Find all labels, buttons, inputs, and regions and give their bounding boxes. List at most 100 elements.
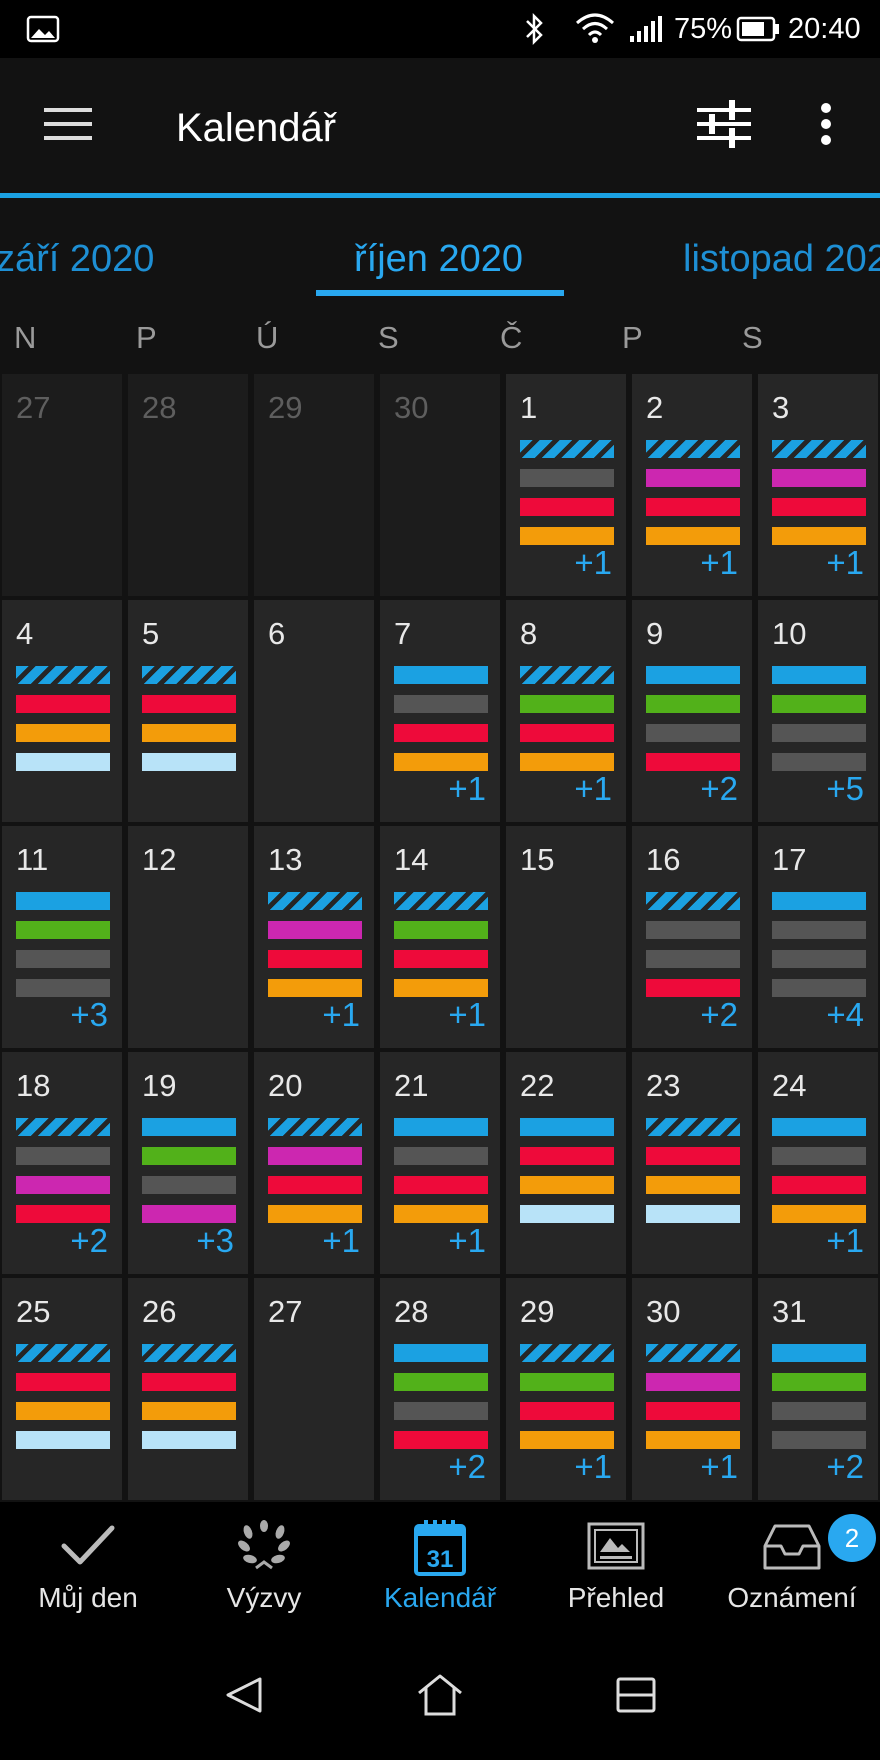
calendar-day-cell[interactable]: 3 +1	[758, 374, 878, 596]
event-bar	[772, 921, 866, 939]
calendar-day-cell[interactable]: 1 +1	[506, 374, 626, 596]
day-number: 21	[394, 1068, 429, 1103]
calendar-day-cell[interactable]: 27	[254, 1278, 374, 1500]
more-options-icon[interactable]	[804, 94, 848, 154]
calendar-day-cell[interactable]: 4	[2, 600, 122, 822]
event-bar	[268, 1147, 362, 1165]
weekday-label: N	[14, 320, 37, 355]
day-number: 6	[268, 616, 286, 651]
system-navigation-bar	[0, 1630, 880, 1760]
more-events-count: +1	[700, 1448, 738, 1485]
calendar-day-cell[interactable]: 15	[506, 826, 626, 1048]
weekday-label: Ú	[256, 320, 279, 355]
nav-calendar[interactable]: 31 Kalendář	[352, 1502, 528, 1630]
event-bar	[268, 892, 362, 910]
event-bar	[520, 695, 614, 713]
calendar-day-cell[interactable]: 19 +3	[128, 1052, 248, 1274]
nav-overview[interactable]: Přehled	[528, 1502, 704, 1630]
calendar-day-cell[interactable]: 24 +1	[758, 1052, 878, 1274]
more-events-count: +1	[322, 1222, 360, 1259]
calendar-day-cell[interactable]: 13 +1	[254, 826, 374, 1048]
day-number: 10	[772, 616, 807, 651]
calendar-day-cell[interactable]: 11 +3	[2, 826, 122, 1048]
tab-prev-month[interactable]: září 2020	[0, 238, 154, 281]
more-events-count: +2	[700, 770, 738, 807]
calendar-day-cell[interactable]: 21 +1	[380, 1052, 500, 1274]
home-icon[interactable]	[410, 1670, 470, 1720]
event-bar	[268, 1118, 362, 1136]
tab-current-month[interactable]: říjen 2020	[354, 238, 523, 281]
event-bar	[142, 1176, 236, 1194]
day-number: 25	[16, 1294, 51, 1329]
menu-icon[interactable]	[34, 96, 102, 152]
calendar-day-cell[interactable]: 22	[506, 1052, 626, 1274]
event-bar	[520, 1118, 614, 1136]
event-bar	[646, 950, 740, 968]
day-number: 14	[394, 842, 429, 877]
event-bar	[646, 440, 740, 458]
weekday-header: N P Ú S Č P S	[0, 300, 880, 370]
event-bar	[772, 1344, 866, 1362]
calendar-day-cell[interactable]: 28 +2	[380, 1278, 500, 1500]
day-number: 2	[646, 390, 664, 425]
event-bar	[394, 1205, 488, 1223]
filter-sliders-icon[interactable]	[690, 94, 758, 154]
calendar-day-cell[interactable]: 14 +1	[380, 826, 500, 1048]
calendar-day-cell[interactable]: 30	[380, 374, 500, 596]
day-number: 13	[268, 842, 303, 877]
day-number: 23	[646, 1068, 681, 1103]
event-bar	[142, 1118, 236, 1136]
event-bar	[142, 666, 236, 684]
calendar-day-cell[interactable]: 30 +1	[632, 1278, 752, 1500]
event-bar	[394, 1431, 488, 1449]
current-month-indicator	[316, 290, 564, 296]
event-bar	[520, 1205, 614, 1223]
event-bar	[772, 1118, 866, 1136]
event-bar	[520, 527, 614, 545]
day-number: 4	[16, 616, 34, 651]
calendar-day-cell[interactable]: 29	[254, 374, 374, 596]
event-bar	[394, 695, 488, 713]
calendar-day-cell[interactable]: 17 +4	[758, 826, 878, 1048]
calendar-day-cell[interactable]: 20 +1	[254, 1052, 374, 1274]
day-number: 31	[772, 1294, 807, 1329]
event-bar	[394, 1176, 488, 1194]
day-number: 18	[16, 1068, 51, 1103]
event-bar	[16, 753, 110, 771]
calendar-day-cell[interactable]: 2 +1	[632, 374, 752, 596]
nav-my-day[interactable]: Můj den	[0, 1502, 176, 1630]
nav-label: Můj den	[38, 1582, 138, 1613]
calendar-day-cell[interactable]: 27	[2, 374, 122, 596]
weekday-label: S	[742, 320, 763, 355]
calendar-day-cell[interactable]: 5	[128, 600, 248, 822]
event-bar	[646, 979, 740, 997]
event-bar	[16, 1176, 110, 1194]
back-icon[interactable]	[214, 1670, 274, 1720]
calendar-day-cell[interactable]: 10 +5	[758, 600, 878, 822]
more-events-count: +3	[196, 1222, 234, 1259]
calendar-day-cell[interactable]: 26	[128, 1278, 248, 1500]
more-events-count: +1	[574, 544, 612, 581]
recent-apps-icon[interactable]	[606, 1670, 666, 1720]
calendar-day-cell[interactable]: 6	[254, 600, 374, 822]
calendar-day-cell[interactable]: 12	[128, 826, 248, 1048]
calendar-day-cell[interactable]: 29 +1	[506, 1278, 626, 1500]
tab-next-month[interactable]: listopad 2020	[683, 238, 880, 281]
day-number: 27	[16, 390, 51, 425]
calendar-day-cell[interactable]: 7 +1	[380, 600, 500, 822]
event-bar	[142, 695, 236, 713]
calendar-day-cell[interactable]: 31 +2	[758, 1278, 878, 1500]
event-bar	[16, 1205, 110, 1223]
calendar-day-cell[interactable]: 8 +1	[506, 600, 626, 822]
calendar-day-cell[interactable]: 28	[128, 374, 248, 596]
event-bar	[16, 724, 110, 742]
event-bar	[16, 1373, 110, 1391]
calendar-day-cell[interactable]: 25	[2, 1278, 122, 1500]
calendar-day-cell[interactable]: 23	[632, 1052, 752, 1274]
event-bar	[268, 921, 362, 939]
calendar-day-cell[interactable]: 16 +2	[632, 826, 752, 1048]
more-events-count: +4	[826, 996, 864, 1033]
calendar-day-cell[interactable]: 9 +2	[632, 600, 752, 822]
nav-challenges[interactable]: Výzvy	[176, 1502, 352, 1630]
calendar-day-cell[interactable]: 18 +2	[2, 1052, 122, 1274]
